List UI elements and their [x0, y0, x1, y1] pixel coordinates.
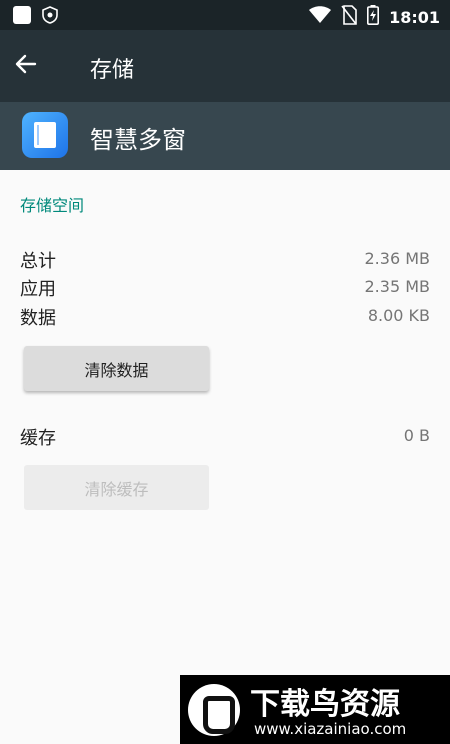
storage-row-label: 数据: [20, 308, 56, 329]
app-bar: 存储: [0, 30, 450, 102]
bird-logo-icon: [188, 684, 240, 736]
cache-row: 缓存 0 B: [20, 424, 430, 452]
status-time: 18:01: [389, 7, 440, 27]
clear-cache-button: 清除缓存: [24, 465, 209, 510]
storage-row-app: 应用 2.35 MB: [20, 275, 430, 303]
storage-row-value: 2.36 MB: [364, 249, 431, 268]
status-bar-left: [12, 5, 58, 29]
no-sim-icon: [341, 5, 357, 29]
app-name: 智慧多窗: [90, 126, 186, 154]
square-icon: [12, 5, 32, 29]
storage-row-value: 2.35 MB: [364, 277, 431, 296]
arrow-left-icon: [14, 52, 38, 80]
storage-row-label: 总计: [20, 251, 56, 272]
app-icon: [22, 112, 68, 158]
wifi-icon: [309, 6, 332, 28]
storage-section-title: 存储空间: [20, 196, 85, 215]
app-header: 智慧多窗: [0, 102, 450, 170]
watermark: 下载鸟资源 www.xiazainiao.com: [180, 675, 450, 744]
storage-row-total: 总计 2.36 MB: [20, 247, 430, 275]
storage-row-value: 8.00 KB: [367, 306, 430, 325]
status-bar: 18:01: [0, 0, 450, 30]
back-button[interactable]: [14, 50, 54, 82]
clear-data-button[interactable]: 清除数据: [24, 346, 209, 391]
storage-row-data: 数据 8.00 KB: [20, 304, 430, 332]
page-title: 存储: [90, 58, 135, 83]
cache-value: 0 B: [403, 426, 430, 445]
cache-label: 缓存: [20, 428, 56, 449]
watermark-title: 下载鸟资源: [250, 687, 400, 722]
watermark-url: www.xiazainiao.com: [254, 720, 407, 738]
storage-row-label: 应用: [20, 279, 56, 300]
battery-charging-icon: [367, 5, 380, 29]
shield-icon: [42, 6, 58, 28]
status-bar-right: 18:01: [309, 5, 440, 29]
